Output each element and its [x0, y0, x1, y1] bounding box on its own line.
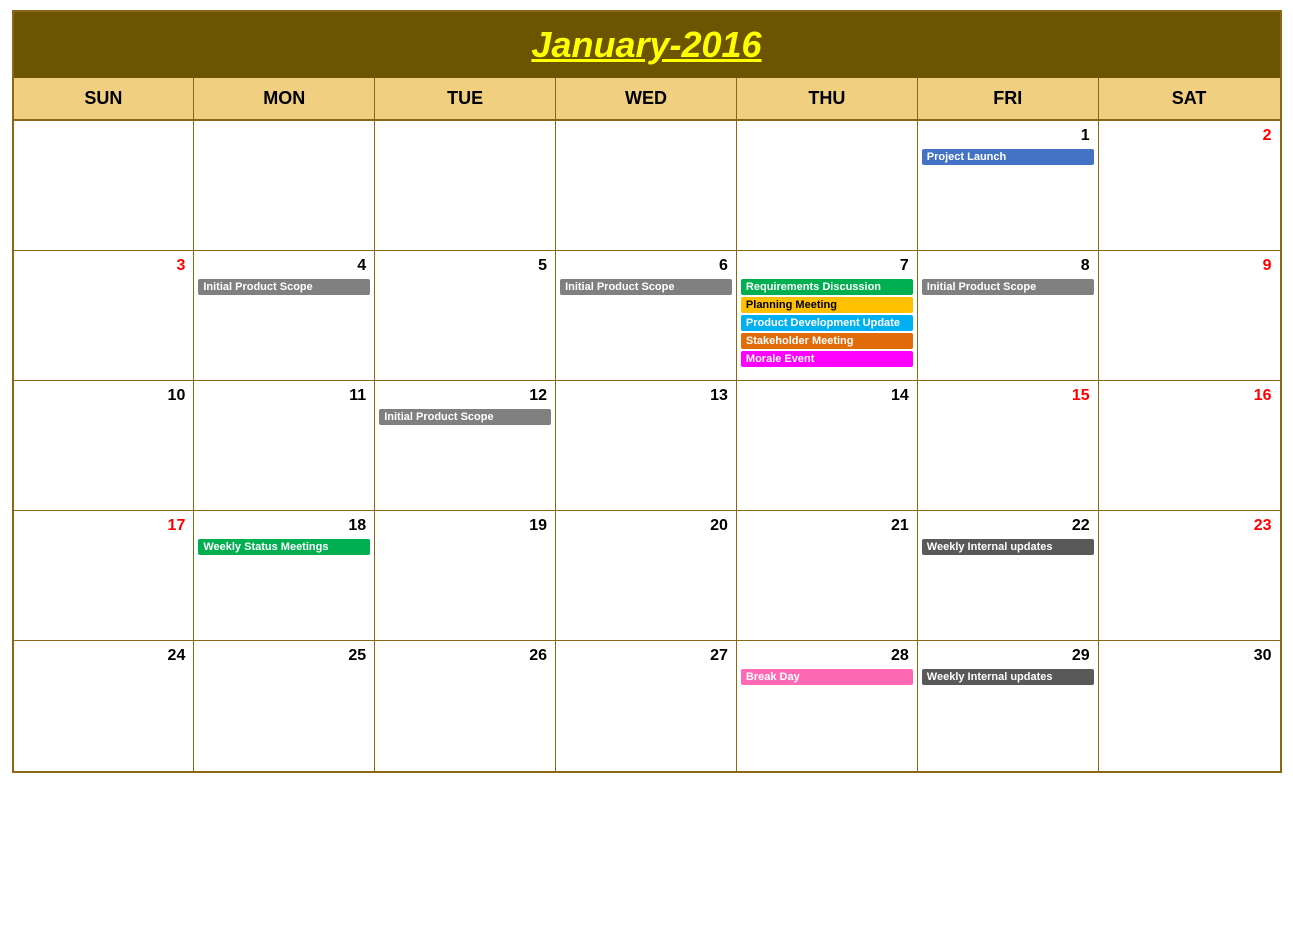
day-number: 7	[741, 255, 913, 277]
event-weekly-internal-updates[interactable]: Weekly Internal updates	[922, 539, 1094, 555]
event-weekly-status-meetings[interactable]: Weekly Status Meetings	[198, 539, 370, 555]
calendar-cell-empty	[375, 121, 556, 251]
day-number: 18	[198, 515, 370, 537]
day-number: 25	[198, 645, 370, 667]
calendar-cell-11: 11	[194, 381, 375, 511]
event-initial-product-scope[interactable]: Initial Product Scope	[922, 279, 1094, 295]
day-number: 8	[922, 255, 1094, 277]
event-project-launch[interactable]: Project Launch	[922, 149, 1094, 165]
event-initial-product-scope[interactable]: Initial Product Scope	[560, 279, 732, 295]
day-of-week-thu: THU	[737, 78, 918, 119]
day-number: 21	[741, 515, 913, 537]
day-number: 11	[198, 385, 370, 407]
calendar-cell-empty	[194, 121, 375, 251]
day-number: 26	[379, 645, 551, 667]
event-initial-product-scope[interactable]: Initial Product Scope	[379, 409, 551, 425]
event-break-day[interactable]: Break Day	[741, 669, 913, 685]
event-planning-meeting[interactable]: Planning Meeting	[741, 297, 913, 313]
calendar-cell-1: 1 Project Launch	[918, 121, 1099, 251]
day-number: 2	[1103, 125, 1276, 147]
calendar-cell-10: 10	[14, 381, 195, 511]
day-number: 5	[379, 255, 551, 277]
calendar-grid: 1Project Launch234Initial Product Scope5…	[14, 121, 1280, 771]
day-of-week-fri: FRI	[918, 78, 1099, 119]
day-number: 1	[922, 125, 1094, 147]
day-number: 15	[922, 385, 1094, 407]
day-number: 23	[1103, 515, 1276, 537]
event-requirements-discussion[interactable]: Requirements Discussion	[741, 279, 913, 295]
event-product-development-update[interactable]: Product Development Update	[741, 315, 913, 331]
day-number: 19	[379, 515, 551, 537]
calendar-cell-9: 9	[1099, 251, 1280, 381]
calendar-cell-6: 6 Initial Product Scope	[556, 251, 737, 381]
day-of-week-wed: WED	[556, 78, 737, 119]
calendar-cell-24: 24	[14, 641, 195, 771]
calendar-cell-19: 19	[375, 511, 556, 641]
day-of-week-tue: TUE	[375, 78, 556, 119]
calendar-header: January-2016	[14, 12, 1280, 78]
day-number: 14	[741, 385, 913, 407]
days-of-week-header: SUNMONTUEWEDTHUFRISAT	[14, 78, 1280, 121]
calendar-cell-22: 22 Weekly Internal updates	[918, 511, 1099, 641]
calendar-cell-3: 3	[14, 251, 195, 381]
calendar-cell-5: 5	[375, 251, 556, 381]
calendar-cell-7: 7 Requirements Discussion Planning Meeting…	[737, 251, 918, 381]
calendar-cell-18: 18 Weekly Status Meetings	[194, 511, 375, 641]
day-number: 16	[1103, 385, 1276, 407]
calendar-cell-14: 14	[737, 381, 918, 511]
calendar-title: January-2016	[14, 24, 1280, 66]
day-number: 22	[922, 515, 1094, 537]
day-number: 13	[560, 385, 732, 407]
day-number: 28	[741, 645, 913, 667]
calendar-cell-26: 26	[375, 641, 556, 771]
calendar-cell-15: 15	[918, 381, 1099, 511]
day-number: 30	[1103, 645, 1276, 667]
calendar-cell-empty	[14, 121, 195, 251]
day-number: 12	[379, 385, 551, 407]
calendar-cell-empty	[556, 121, 737, 251]
event-stakeholder-meeting[interactable]: Stakeholder Meeting	[741, 333, 913, 349]
day-number: 27	[560, 645, 732, 667]
calendar: January-2016 SUNMONTUEWEDTHUFRISAT 1 Proj…	[12, 10, 1282, 773]
calendar-cell-16: 16	[1099, 381, 1280, 511]
calendar-cell-27: 27	[556, 641, 737, 771]
calendar-cell-17: 17	[14, 511, 195, 641]
calendar-cell-23: 23	[1099, 511, 1280, 641]
day-number: 10	[18, 385, 190, 407]
calendar-cell-empty	[737, 121, 918, 251]
calendar-cell-28: 28 Break Day	[737, 641, 918, 771]
calendar-cell-30: 30	[1099, 641, 1280, 771]
day-number: 17	[18, 515, 190, 537]
day-number: 29	[922, 645, 1094, 667]
day-number: 24	[18, 645, 190, 667]
event-weekly-internal-updates[interactable]: Weekly Internal updates	[922, 669, 1094, 685]
calendar-cell-21: 21	[737, 511, 918, 641]
day-number: 3	[18, 255, 190, 277]
day-number: 9	[1103, 255, 1276, 277]
event-morale-event[interactable]: Morale Event	[741, 351, 913, 367]
event-initial-product-scope[interactable]: Initial Product Scope	[198, 279, 370, 295]
calendar-cell-25: 25	[194, 641, 375, 771]
day-number: 20	[560, 515, 732, 537]
day-number: 6	[560, 255, 732, 277]
calendar-cell-8: 8 Initial Product Scope	[918, 251, 1099, 381]
calendar-cell-20: 20	[556, 511, 737, 641]
calendar-cell-13: 13	[556, 381, 737, 511]
day-number: 4	[198, 255, 370, 277]
day-of-week-mon: MON	[194, 78, 375, 119]
calendar-cell-12: 12 Initial Product Scope	[375, 381, 556, 511]
day-of-week-sat: SAT	[1099, 78, 1280, 119]
calendar-cell-2: 2	[1099, 121, 1280, 251]
calendar-cell-4: 4 Initial Product Scope	[194, 251, 375, 381]
day-of-week-sun: SUN	[14, 78, 195, 119]
calendar-cell-29: 29 Weekly Internal updates	[918, 641, 1099, 771]
